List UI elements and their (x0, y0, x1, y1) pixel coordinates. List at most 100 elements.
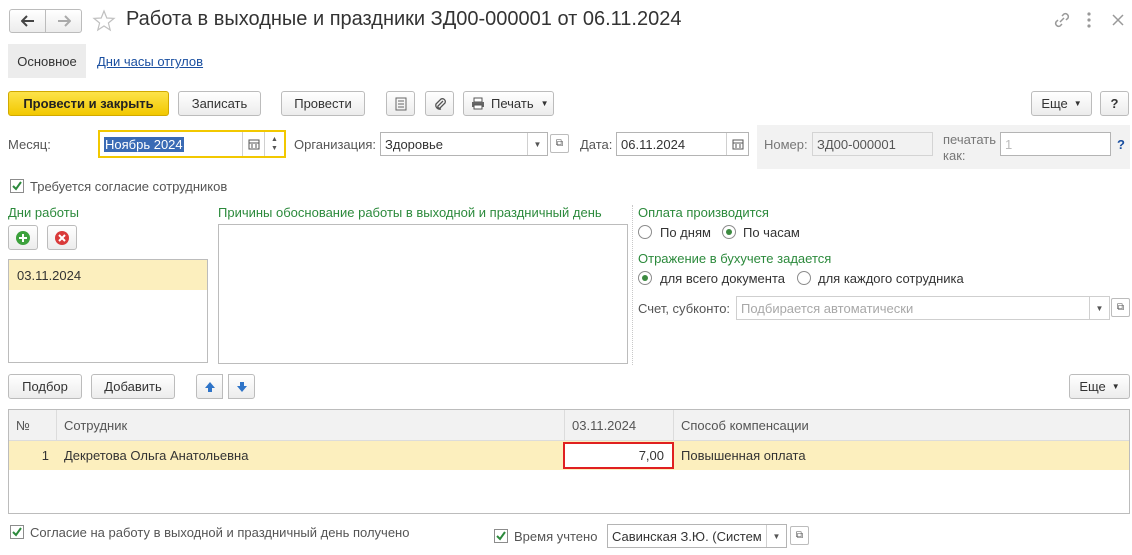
table-row[interactable]: 1 Декретова Ольга Анатольевна 7,00 Повыш… (9, 441, 1129, 470)
print-as-field[interactable]: 1 (1000, 132, 1111, 156)
calendar-icon[interactable] (242, 132, 264, 156)
close-icon[interactable] (1110, 12, 1126, 28)
table-more-button[interactable]: Еще ▼ (1069, 374, 1130, 399)
consent-received-checkbox[interactable] (10, 525, 24, 539)
paperclip-icon (434, 97, 446, 110)
add-day-button[interactable] (8, 225, 38, 250)
work-day-item[interactable]: 03.11.2024 (9, 260, 207, 290)
work-days-title: Дни работы (8, 205, 80, 220)
column-header-number[interactable]: № (9, 410, 57, 441)
accounting-each-employee-label: для каждого сотрудника (818, 271, 964, 286)
calendar-icon[interactable] (726, 133, 748, 155)
payment-by-hours-radio[interactable] (722, 225, 736, 239)
payment-by-hours-label: По часам (743, 225, 800, 240)
tab-main-label: Основное (17, 53, 77, 69)
print-as-value: 1 (1005, 136, 1013, 152)
accounting-each-employee-radio[interactable] (797, 271, 811, 285)
month-spinner[interactable]: ▲ ▼ (264, 132, 284, 156)
plus-circle-icon (16, 230, 30, 245)
organization-label: Организация: (294, 137, 377, 152)
printer-icon (472, 97, 484, 110)
organization-field[interactable]: Здоровье ▼ (380, 132, 548, 156)
checkmark-icon (12, 181, 22, 191)
print-button[interactable]: Печать ▼ (463, 91, 554, 116)
row-hours-cell[interactable]: 7,00 (563, 442, 674, 469)
arrow-right-icon (57, 15, 71, 27)
accounting-title: Отражение в бухучете задается (638, 251, 832, 266)
row-employee: Декретова Ольга Анатольевна (64, 447, 249, 463)
account-placeholder: Подбирается автоматически (741, 300, 914, 316)
date-value: 06.11.2024 (621, 136, 686, 152)
reasons-title: Причины обоснование работы в выходной и … (218, 205, 602, 220)
accounting-whole-doc-label: для всего документа (660, 271, 785, 286)
move-down-button[interactable] (228, 374, 255, 399)
work-days-list[interactable]: 03.11.2024 (8, 259, 208, 363)
time-accounted-checkbox[interactable] (494, 529, 508, 543)
open-user-icon[interactable]: ⧉ (790, 526, 809, 545)
payment-by-days-radio[interactable] (638, 225, 652, 239)
row-number: 1 (41, 447, 49, 463)
post-button[interactable]: Провести (281, 91, 365, 116)
accounting-whole-doc-radio[interactable] (638, 271, 652, 285)
chevron-down-icon: ▼ (540, 99, 549, 108)
time-accounted-by-value: Савинская З.Ю. (Систем (612, 528, 762, 544)
link-icon[interactable] (1053, 11, 1071, 29)
column-header-employee[interactable]: Сотрудник (57, 410, 565, 441)
work-day-date: 03.11.2024 (17, 267, 82, 283)
chevron-down-icon[interactable]: ▼ (1089, 297, 1109, 319)
arrow-up-icon (204, 381, 215, 392)
back-button[interactable] (9, 9, 46, 33)
reasons-textarea[interactable] (218, 224, 628, 364)
month-label: Месяц: (8, 137, 51, 152)
account-label: Счет, субконто: (638, 301, 731, 316)
arrow-left-icon (20, 15, 34, 27)
row-hours-value: 7,00 (638, 448, 664, 463)
chevron-down-icon[interactable]: ▼ (527, 133, 547, 155)
column-header-date[interactable]: 03.11.2024 (565, 410, 674, 441)
account-field[interactable]: Подбирается автоматически ▼ (736, 296, 1110, 320)
checkmark-icon (12, 527, 22, 537)
date-field[interactable]: 06.11.2024 (616, 132, 749, 156)
favorite-star-icon[interactable] (92, 9, 116, 33)
arrow-down-icon (236, 381, 247, 392)
add-button[interactable]: Добавить (91, 374, 175, 399)
more-button[interactable]: Еще ▼ (1031, 91, 1092, 116)
row-compensation: Повышенная оплата (681, 447, 806, 463)
month-field[interactable]: Ноябрь 2024 ▲ ▼ (98, 130, 286, 158)
column-header-compensation[interactable]: Способ компенсации (674, 410, 1129, 441)
time-accounted-by-field[interactable]: Савинская З.Ю. (Систем ▼ (607, 524, 787, 548)
print-label: Печать (491, 96, 534, 111)
list-button[interactable] (386, 91, 415, 116)
table-more-label: Еще (1079, 379, 1106, 394)
attach-button[interactable] (425, 91, 454, 116)
help-question-link[interactable]: ? (1117, 137, 1125, 152)
pick-button[interactable]: Подбор (8, 374, 82, 399)
chevron-down-icon: ▼ (1111, 382, 1120, 391)
payment-by-days-label: По дням (660, 225, 711, 240)
number-field: ЗД00-000001 (812, 132, 933, 156)
more-vertical-icon[interactable] (1084, 10, 1094, 30)
open-account-icon[interactable]: ⧉ (1111, 298, 1130, 317)
open-organization-icon[interactable]: ⧉ (550, 134, 569, 153)
chevron-down-icon[interactable]: ▼ (766, 525, 786, 547)
spin-down-icon[interactable]: ▼ (271, 144, 278, 153)
consent-received-label: Согласие на работу в выходной и празднич… (30, 525, 410, 540)
delete-circle-icon (55, 230, 69, 245)
move-up-button[interactable] (196, 374, 223, 399)
document-list-icon (395, 97, 406, 110)
employees-table[interactable]: № Сотрудник 03.11.2024 Способ компенсаци… (8, 409, 1130, 514)
tab-days-hours-link[interactable]: Дни часы отгулов (97, 54, 203, 69)
forward-button[interactable] (45, 9, 82, 33)
checkmark-icon (496, 531, 506, 541)
consent-required-checkbox[interactable] (10, 179, 24, 193)
delete-day-button[interactable] (47, 225, 77, 250)
payment-title: Оплата производится (638, 205, 769, 220)
post-and-close-button[interactable]: Провести и закрыть (8, 91, 169, 116)
save-button[interactable]: Записать (178, 91, 261, 116)
month-value: Ноябрь 2024 (104, 136, 184, 152)
tab-main[interactable]: Основное (8, 44, 86, 78)
page-title: Работа в выходные и праздники ЗД00-00000… (126, 8, 682, 30)
help-button[interactable]: ? (1100, 91, 1129, 116)
date-label: Дата: (580, 137, 613, 152)
spin-up-icon[interactable]: ▲ (271, 135, 278, 144)
